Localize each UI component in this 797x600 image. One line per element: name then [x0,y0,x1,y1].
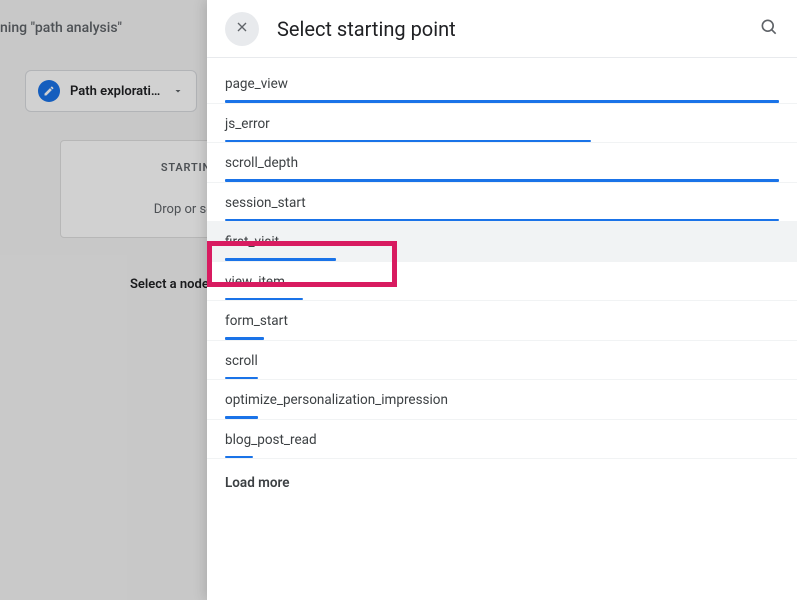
event-label: page_view [225,76,779,100]
event-bar [225,179,779,182]
event-bar [225,219,779,222]
event-bar [225,456,253,459]
event-bar [225,337,264,340]
event-label: js_error [225,116,779,140]
event-row-page_view[interactable]: page_view [207,64,797,104]
starting-point-panel: Select starting point page_view js_errors… [207,0,797,600]
event-label: first_visit [225,234,779,258]
event-label: scroll_depth [225,155,779,179]
panel-title: Select starting point [277,17,741,41]
load-more-button[interactable]: Load more [207,459,797,507]
event-list: page_view js_error scroll_depth session_sta… [207,58,797,600]
event-bar [225,140,591,143]
event-row-scroll_depth[interactable]: scroll_depth [207,143,797,183]
event-row-view_item[interactable]: view_item [207,262,797,302]
event-label: scroll [225,353,779,377]
event-row-optimize_personalization_impression[interactable]: optimize_personalization_impression [207,380,797,420]
close-icon [234,19,250,39]
event-label: optimize_personalization_impression [225,392,779,416]
event-label: form_start [225,313,779,337]
search-button[interactable] [759,17,779,41]
event-bar [225,377,258,380]
event-label: session_start [225,195,779,219]
event-bar [225,258,336,261]
search-icon [759,22,779,41]
event-bar [225,100,779,103]
event-row-session_start[interactable]: session_start [207,183,797,223]
panel-header: Select starting point [207,0,797,58]
close-button[interactable] [225,12,259,46]
event-row-first_visit[interactable]: first_visit [207,222,797,262]
event-row-form_start[interactable]: form_start [207,301,797,341]
event-label: blog_post_read [225,432,779,456]
event-label: view_item [225,274,779,298]
event-row-scroll[interactable]: scroll [207,341,797,381]
event-bar [225,298,303,301]
event-row-blog_post_read[interactable]: blog_post_read [207,420,797,460]
event-bar [225,416,258,419]
event-row-js_error[interactable]: js_error [207,104,797,144]
